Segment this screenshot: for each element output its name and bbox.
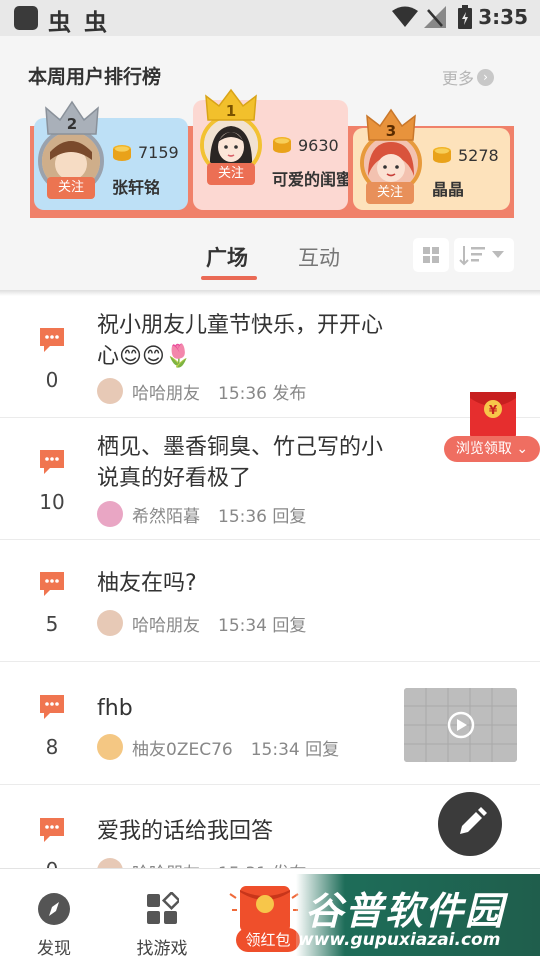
- double-chevron-down-icon: ⌄: [511, 441, 529, 457]
- coin-icon: [113, 145, 131, 161]
- nav-find-games[interactable]: 找游戏: [133, 880, 191, 959]
- follow-button[interactable]: 关注: [207, 163, 255, 185]
- post-time: 15:34 回复: [250, 739, 340, 760]
- more-label: 更多: [442, 69, 475, 88]
- rank-number: 1: [226, 102, 236, 120]
- comment-count: 0: [45, 368, 59, 392]
- chevron-right-icon: ›: [477, 68, 495, 86]
- coin-icon: [433, 147, 451, 163]
- post-time: 15:36 回复: [218, 506, 307, 527]
- nav-discover[interactable]: 发现: [30, 880, 78, 959]
- nav-red-packet-label[interactable]: 领红包: [236, 928, 300, 952]
- follow-button[interactable]: 关注: [366, 182, 414, 204]
- signal-icon: [424, 6, 446, 28]
- app-glyph-2: 虫: [84, 10, 107, 36]
- avatar[interactable]: [97, 610, 123, 636]
- author-name[interactable]: 哈哈朋友: [132, 611, 200, 636]
- user-name[interactable]: 可爱的闺蜜: [272, 166, 348, 190]
- post-time: 15:34 回复: [218, 615, 307, 636]
- score-value: 9630: [298, 136, 339, 155]
- post-item[interactable]: 5 柚友在吗? 哈哈朋友 15:34 回复: [0, 540, 540, 662]
- sort-dropdown[interactable]: [454, 238, 514, 272]
- comment-icon: [40, 328, 64, 352]
- post-meta: 哈哈朋友 15:36 发布: [97, 378, 306, 404]
- ranking-more-link[interactable]: 更多 ›: [442, 65, 495, 89]
- compose-button[interactable]: [438, 792, 502, 856]
- compass-icon: [38, 893, 70, 925]
- active-tab-indicator: [201, 276, 257, 280]
- browse-label: 浏览领取: [455, 441, 512, 457]
- post-title[interactable]: 柚友在吗?: [97, 568, 387, 599]
- user-name[interactable]: 张轩铭: [112, 174, 184, 198]
- avatar[interactable]: [97, 734, 123, 760]
- comment-icon: [40, 695, 64, 719]
- thumbnail-image: [404, 688, 517, 762]
- post-meta: 柚友0ZEC76 15:34 回复: [97, 734, 339, 760]
- watermark-url: www.gupuxiazai.com: [298, 930, 501, 950]
- rank-number: 2: [67, 115, 77, 133]
- nav-label: 找游戏: [136, 939, 188, 959]
- comment-icon: [40, 572, 64, 596]
- post-title[interactable]: 祝小朋友儿童节快乐，开开心心😊😊🌷: [97, 310, 387, 372]
- follow-button[interactable]: 关注: [47, 177, 95, 199]
- yuan-symbol: ¥: [489, 403, 498, 417]
- gold-crown-icon: 1: [205, 88, 257, 121]
- tab-interaction[interactable]: 互动: [298, 242, 340, 272]
- browse-claim-button[interactable]: 浏览领取 ⌄: [444, 436, 540, 462]
- author-name[interactable]: 希然陌暮: [132, 502, 200, 527]
- comment-count: 10: [39, 490, 65, 514]
- author-name[interactable]: 柚友0ZEC76: [132, 735, 233, 760]
- comment-count: 8: [45, 735, 59, 759]
- watermark-title: 谷普软件园: [305, 889, 506, 933]
- post-meta: 哈哈朋友 15:34 回复: [97, 610, 306, 636]
- comment-icon: [40, 818, 64, 842]
- comment-count: 5: [45, 612, 59, 636]
- avatar[interactable]: [97, 378, 123, 404]
- avatar[interactable]: [97, 501, 123, 527]
- bronze-crown-icon: 3: [366, 108, 416, 141]
- red-packet-float[interactable]: ¥: [470, 392, 516, 440]
- post-title[interactable]: fhb: [97, 693, 387, 724]
- rank-number: 3: [386, 122, 396, 140]
- ranking-title: 本周用户排行榜: [28, 66, 162, 88]
- post-time: 15:36 发布: [218, 383, 307, 404]
- sort-icon: [459, 246, 504, 266]
- nav-label: 发现: [37, 939, 71, 959]
- red-packet-icon: ¥: [470, 392, 516, 440]
- game-grid-icon: [147, 890, 182, 924]
- pencil-icon: [460, 807, 487, 834]
- grid-view-button[interactable]: [413, 238, 449, 272]
- status-bar: 虫 虫 3:35: [0, 0, 540, 36]
- wifi-icon: [392, 6, 418, 27]
- score-value: 5278: [458, 146, 499, 165]
- score-value: 7159: [138, 143, 179, 162]
- app-glyph-1: 虫: [48, 10, 71, 36]
- user-name[interactable]: 晶晶: [432, 176, 506, 200]
- post-item[interactable]: 0 祝小朋友儿童节快乐，开开心心😊😊🌷 哈哈朋友 15:36 发布: [0, 296, 540, 418]
- coin-icon: [273, 137, 291, 153]
- grid-icon: [423, 247, 439, 263]
- video-thumbnail[interactable]: [404, 688, 517, 762]
- battery-icon: [458, 5, 472, 29]
- post-title[interactable]: 爱我的话给我回答: [97, 816, 387, 847]
- author-name[interactable]: 哈哈朋友: [132, 379, 200, 404]
- app-icon: [14, 6, 38, 30]
- silver-crown-icon: 2: [45, 100, 99, 135]
- tab-square[interactable]: 广场: [206, 242, 248, 272]
- post-meta: 希然陌暮 15:36 回复: [97, 501, 306, 527]
- post-title[interactable]: 栖见、墨香铜臭、竹己写的小说真的好看极了: [97, 432, 387, 494]
- comment-icon: [40, 450, 64, 474]
- clock: 3:35: [478, 5, 528, 29]
